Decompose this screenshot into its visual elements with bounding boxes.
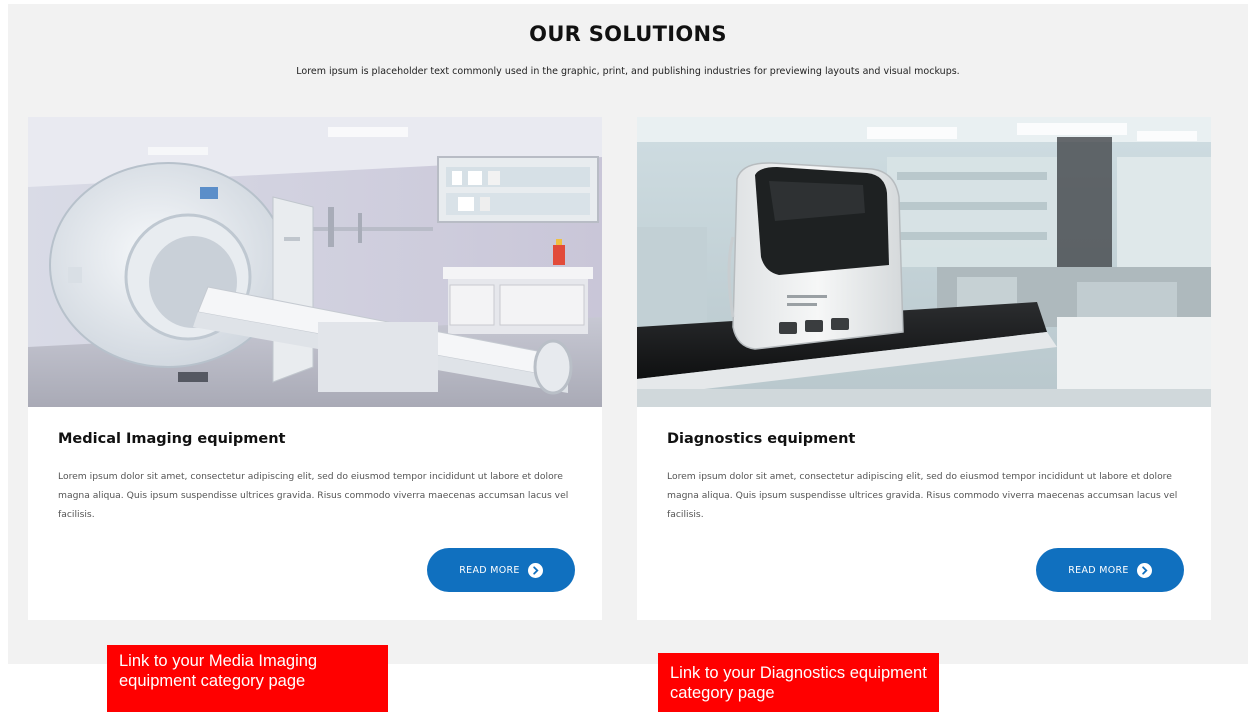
read-more-button[interactable]: READ MORE xyxy=(1036,548,1184,592)
card-description: Lorem ipsum dolor sit amet, consectetur … xyxy=(58,471,569,520)
section-title: OUR SOLUTIONS xyxy=(529,22,727,46)
arrow-right-circle-icon xyxy=(527,562,543,578)
annotation-note-medical-imaging: Link to your Media Imaging equipment cat… xyxy=(107,645,388,712)
ct-scanner-photo xyxy=(28,117,602,407)
read-more-label: READ MORE xyxy=(1068,564,1129,576)
read-more-button[interactable]: READ MORE xyxy=(427,548,575,592)
annotation-note-diagnostics: Link to your Diagnostics equipment categ… xyxy=(658,653,939,712)
lab-analyzer-photo xyxy=(637,117,1211,407)
card-medical-imaging: Medical Imaging equipment Lorem ipsum do… xyxy=(28,117,602,620)
card-title: Medical Imaging equipment xyxy=(58,431,286,447)
read-more-label: READ MORE xyxy=(459,564,520,576)
section-subtitle: Lorem ipsum is placeholder text commonly… xyxy=(296,66,960,77)
card-diagnostics: Diagnostics equipment Lorem ipsum dolor … xyxy=(637,117,1211,620)
card-title: Diagnostics equipment xyxy=(667,431,856,447)
arrow-right-circle-icon xyxy=(1136,562,1152,578)
card-description: Lorem ipsum dolor sit amet, consectetur … xyxy=(667,471,1178,520)
solutions-section: OUR SOLUTIONS Lorem ipsum is placeholder… xyxy=(8,4,1248,664)
